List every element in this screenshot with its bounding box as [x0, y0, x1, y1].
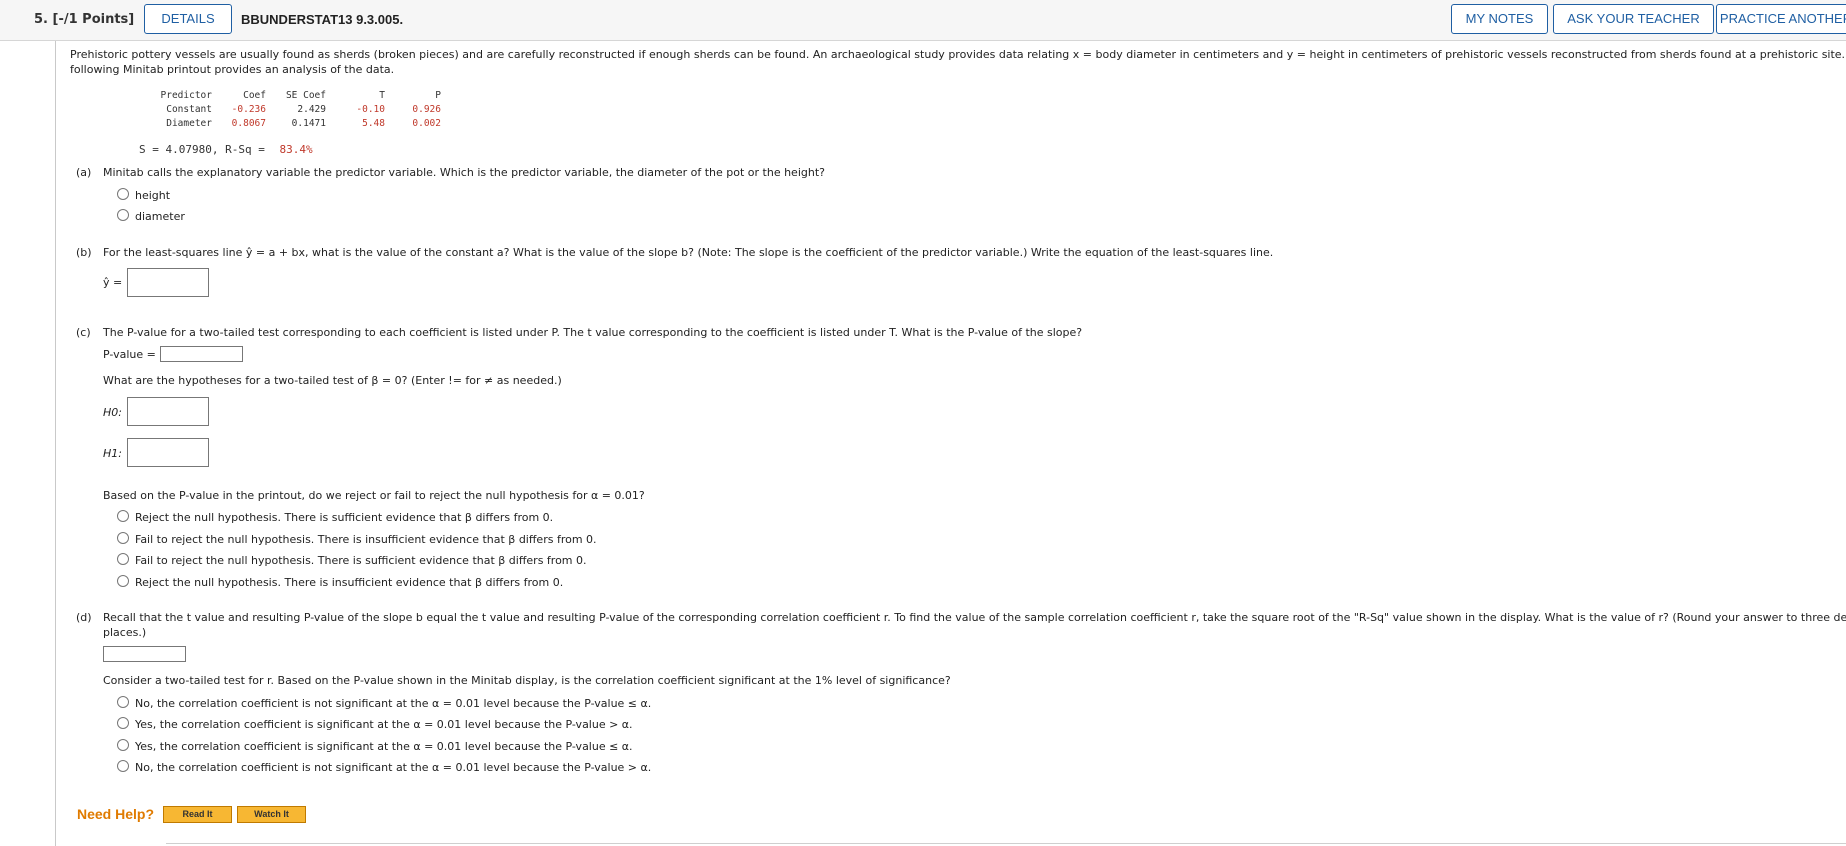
- option-label: Reject the null hypothesis. There is suf…: [135, 511, 554, 524]
- option-label: Fail to reject the null hypothesis. Ther…: [135, 533, 597, 546]
- option-label: diameter: [135, 210, 185, 223]
- part-c-question: The P-value for a two-tailed test corres…: [103, 326, 1083, 339]
- part-d-option-4[interactable]: No, the correlation coefficient is not s…: [117, 760, 651, 774]
- se-coef-value: 2.429: [297, 103, 326, 115]
- t-value: -0.10: [356, 103, 385, 115]
- correlation-r-input[interactable]: [103, 646, 186, 662]
- radio-button[interactable]: [117, 717, 129, 729]
- radio-button[interactable]: [117, 510, 129, 522]
- p-value: 0.002: [412, 117, 441, 129]
- minitab-row-constant: Constant -0.236 2.429 -0.10 0.926: [140, 102, 441, 116]
- se-coef-value: 0.1471: [291, 117, 326, 129]
- h0-input[interactable]: [127, 397, 209, 426]
- radio-button[interactable]: [117, 209, 129, 221]
- option-label: Yes, the correlation coefficient is sign…: [135, 740, 633, 753]
- hypotheses-question: What are the hypotheses for a two-tailed…: [103, 374, 562, 387]
- option-label: No, the correlation coefficient is not s…: [135, 761, 652, 774]
- question-points: 5. [-/1 Points]: [34, 12, 135, 27]
- practice-another-button[interactable]: PRACTICE ANOTHER: [1716, 4, 1846, 34]
- part-d-option-2[interactable]: Yes, the correlation coefficient is sign…: [117, 717, 633, 731]
- coef-value: -0.236: [231, 103, 266, 115]
- p-value: 0.926: [412, 103, 441, 115]
- radio-button[interactable]: [117, 739, 129, 751]
- coef-value: 0.8067: [231, 117, 266, 129]
- part-c-option-4[interactable]: Reject the null hypothesis. There is ins…: [117, 575, 563, 589]
- header-coef: Coef: [243, 89, 266, 101]
- intro-line-2: following Minitab printout provides an a…: [70, 63, 395, 76]
- option-label: Reject the null hypothesis. There is ins…: [135, 576, 564, 589]
- part-c-option-2[interactable]: Fail to reject the null hypothesis. Ther…: [117, 532, 597, 546]
- part-b-label: (b): [76, 246, 92, 259]
- option-label: No, the correlation coefficient is not s…: [135, 697, 652, 710]
- option-label: Fail to reject the null hypothesis. Ther…: [135, 554, 587, 567]
- radio-button[interactable]: [117, 760, 129, 772]
- left-border: [55, 41, 56, 846]
- header-se-coef: SE Coef: [285, 89, 326, 101]
- question-header: 5. [-/1 Points] DETAILS BBUNDERSTAT13 9.…: [0, 0, 1846, 41]
- part-c-option-1[interactable]: Reject the null hypothesis. There is suf…: [117, 510, 553, 524]
- watch-it-button[interactable]: Watch It: [237, 806, 306, 823]
- part-c-option-3[interactable]: Fail to reject the null hypothesis. Ther…: [117, 553, 587, 567]
- part-d-label: (d): [76, 611, 92, 624]
- part-d-option-3[interactable]: Yes, the correlation coefficient is sign…: [117, 739, 633, 753]
- intro-text: Prehistoric pottery vessels are usually …: [70, 47, 1846, 77]
- radio-button[interactable]: [117, 188, 129, 200]
- part-a-option-height[interactable]: height: [117, 188, 170, 202]
- h1-label: H1:: [103, 447, 122, 460]
- yhat-label: ŷ =: [103, 276, 123, 289]
- s-rsq-line: S = 4.07980, R-Sq = 83.4%: [139, 143, 313, 156]
- part-a-label: (a): [76, 166, 92, 179]
- row-label: Constant: [166, 103, 212, 115]
- ask-teacher-button[interactable]: ASK YOUR TEACHER: [1553, 4, 1714, 34]
- question-id: BBUNDERSTAT13 9.3.005.: [241, 12, 404, 27]
- part-d-consider: Consider a two-tailed test for r. Based …: [103, 674, 951, 687]
- radio-button[interactable]: [117, 553, 129, 565]
- part-d-question-line-1: Recall that the t value and resulting P-…: [103, 611, 1846, 624]
- h1-input[interactable]: [127, 438, 209, 467]
- pvalue-label: P-value =: [103, 348, 156, 361]
- header-p: P: [435, 89, 441, 101]
- h0-label: H0:: [103, 406, 122, 419]
- radio-button[interactable]: [117, 575, 129, 587]
- radio-button[interactable]: [117, 696, 129, 708]
- minitab-table: Predictor Coef SE Coef T P Constant -0.2…: [140, 88, 441, 130]
- intro-line-1: Prehistoric pottery vessels are usually …: [70, 48, 1846, 61]
- bottom-divider: [166, 843, 1846, 844]
- details-button[interactable]: DETAILS: [144, 4, 232, 34]
- need-help-label: Need Help?: [77, 806, 155, 822]
- part-b-question: For the least-squares line ŷ = a + bx, w…: [103, 246, 1274, 259]
- t-value: 5.48: [362, 117, 385, 129]
- row-label: Diameter: [166, 117, 212, 129]
- radio-button[interactable]: [117, 532, 129, 544]
- option-label: Yes, the correlation coefficient is sign…: [135, 718, 633, 731]
- my-notes-button[interactable]: MY NOTES: [1451, 4, 1548, 34]
- header-t: T: [379, 89, 385, 101]
- minitab-row-diameter: Diameter 0.8067 0.1471 5.48 0.002: [140, 116, 441, 130]
- minitab-header-row: Predictor Coef SE Coef T P: [140, 88, 441, 102]
- header-predictor: Predictor: [160, 89, 212, 101]
- part-a-option-diameter[interactable]: diameter: [117, 209, 185, 223]
- part-d-question-line-2: places.): [103, 626, 147, 639]
- yhat-equation-input[interactable]: [127, 268, 209, 297]
- decision-question: Based on the P-value in the printout, do…: [103, 489, 645, 502]
- s-line-text: S = 4.07980, R-Sq =: [139, 143, 265, 156]
- part-c-label: (c): [76, 326, 91, 339]
- rsq-value: 83.4%: [279, 143, 313, 156]
- read-it-button[interactable]: Read It: [163, 806, 232, 823]
- pvalue-input[interactable]: [160, 346, 243, 362]
- part-d-option-1[interactable]: No, the correlation coefficient is not s…: [117, 696, 651, 710]
- part-a-question: Minitab calls the explanatory variable t…: [103, 166, 825, 179]
- option-label: height: [135, 189, 171, 202]
